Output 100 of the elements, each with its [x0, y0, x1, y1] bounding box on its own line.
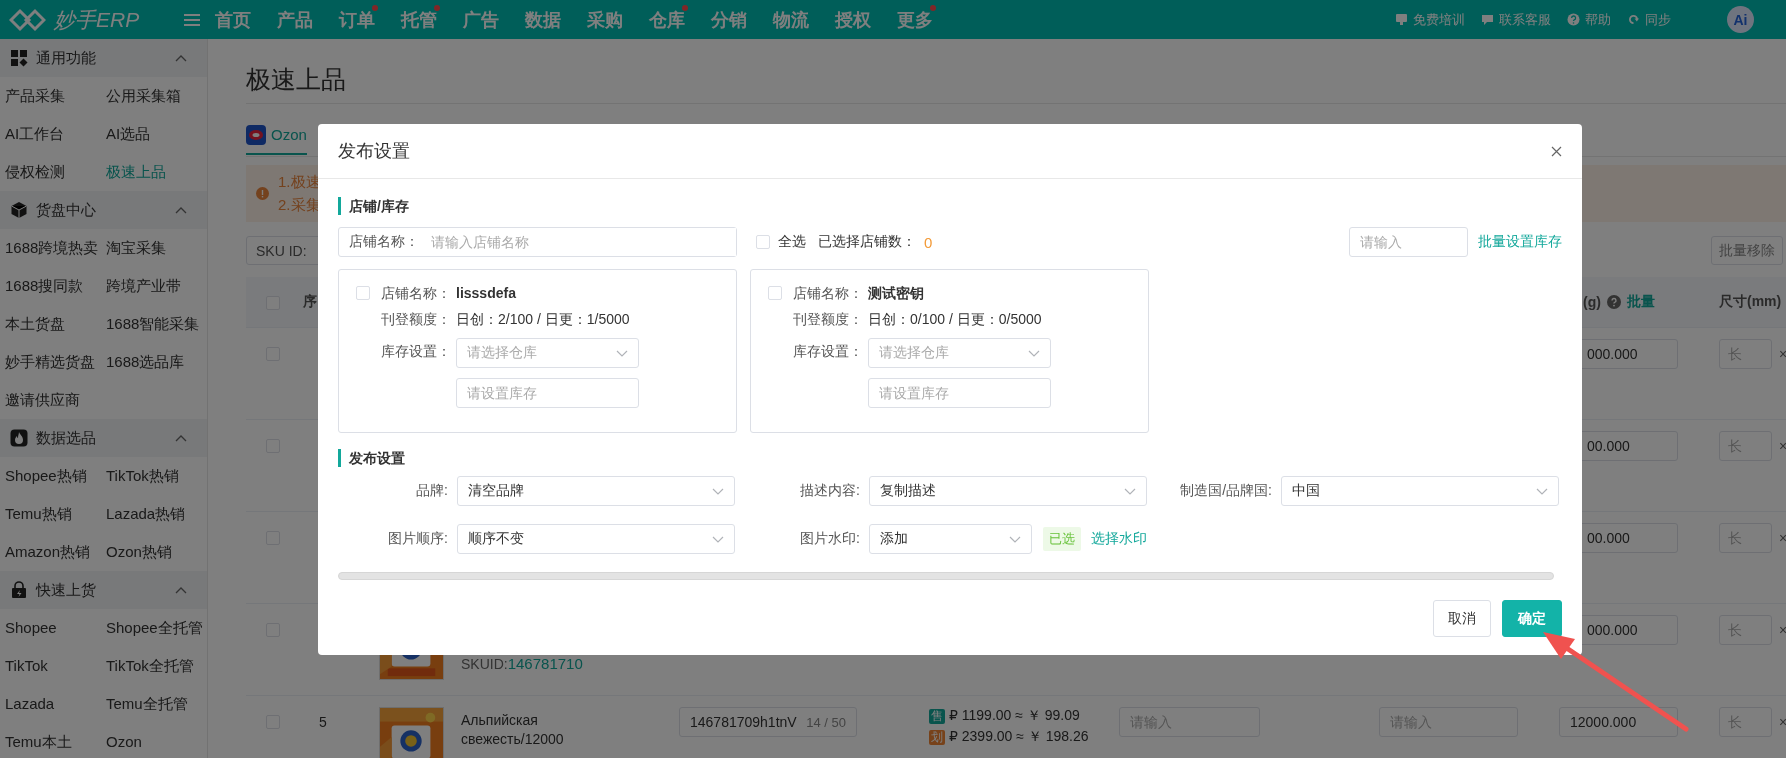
cancel-button[interactable]: 取消 — [1433, 600, 1491, 637]
select-field[interactable]: 添加 — [869, 524, 1032, 554]
sidebar-item[interactable]: 本土货盘 — [5, 305, 106, 343]
row-number: 5 — [318, 713, 328, 730]
field-label: 品牌: — [415, 482, 449, 500]
sidebar-item[interactable]: 极速上品 — [106, 153, 207, 191]
times-sign: × — [1779, 530, 1786, 546]
sidebar-item[interactable]: 1688选品库 — [106, 343, 207, 381]
section-title: 通用功能 — [36, 48, 97, 68]
sidebar-item[interactable]: TikTok热销 — [106, 457, 207, 495]
chevron-icon[interactable] — [175, 206, 187, 214]
input-field[interactable]: 请设置库存 — [456, 378, 639, 408]
sidebar-item[interactable]: 邀请供应商 — [5, 381, 106, 419]
sidebar-item[interactable]: AI工作台 — [5, 115, 106, 153]
chat-icon[interactable] — [1481, 13, 1494, 26]
count-value: 0 — [924, 233, 933, 251]
section-header[interactable]: 通用功能 — [0, 39, 207, 77]
caret-icon — [1009, 535, 1021, 543]
help-icon[interactable] — [1606, 295, 1621, 309]
sidebar-item[interactable]: Amazon热销 — [5, 533, 106, 571]
select-field[interactable]: 请选择仓库 — [456, 338, 639, 368]
confirm-button[interactable]: 确定 — [1502, 600, 1562, 637]
sidebar-item[interactable]: Ozon热销 — [106, 533, 207, 571]
sidebar-item[interactable]: TikTok全托管 — [106, 647, 207, 685]
sidebar-item[interactable]: 公用采集箱 — [106, 77, 207, 115]
select-field[interactable]: 中国 — [1281, 476, 1559, 506]
sidebar-item[interactable]: 1688搜同款 — [5, 267, 106, 305]
sidebar-item[interactable]: 产品采集 — [5, 77, 106, 115]
monitor-icon[interactable] — [1395, 13, 1408, 26]
select-field[interactable]: 清空品牌 — [457, 476, 735, 506]
logo-icon — [9, 6, 46, 33]
sync-icon[interactable] — [1627, 13, 1640, 26]
price-text: ₽ 2399.00 ≈ ￥ 198.26 — [949, 728, 1089, 746]
chevron-icon[interactable] — [175, 586, 187, 594]
sidebar-item[interactable]: Shopee全托管 — [106, 609, 207, 647]
store-name: lisssdefa — [456, 284, 517, 303]
sidebar-item[interactable]: 1688跨境热卖 — [5, 229, 106, 267]
section-title: 发布设置 — [338, 449, 1562, 467]
sidebar-item[interactable]: 1688智能采集 — [106, 305, 207, 343]
checkbox[interactable] — [756, 235, 770, 249]
help-icon[interactable] — [1567, 13, 1580, 26]
chevron-icon[interactable] — [175, 54, 187, 62]
column-header: 序 — [302, 293, 318, 311]
lock-icon — [10, 581, 28, 599]
input-field[interactable]: 12000.000 — [1559, 707, 1678, 737]
price-tag: 售 — [929, 708, 945, 724]
tab[interactable]: Ozon — [246, 116, 307, 155]
sidebar-item[interactable]: Temu本土 — [5, 723, 106, 758]
ozon-icon — [246, 124, 266, 145]
sidebar-item[interactable]: Ozon — [106, 723, 207, 758]
sidebar-item[interactable]: 侵权检测 — [5, 153, 106, 191]
sku-code-field[interactable]: 146781709h1tnV 14 / 50 — [679, 707, 857, 737]
store-search-field[interactable]: 店铺名称： 请输入店铺名称 — [338, 227, 737, 257]
select-field[interactable]: 请选择仓库 — [868, 338, 1051, 368]
sidebar-item[interactable]: Shopee — [5, 609, 106, 647]
sidebar-item[interactable]: Lazada — [5, 685, 106, 723]
caret-icon — [1536, 487, 1548, 495]
field-label: 库存设置： — [381, 342, 451, 361]
field-label: 描述内容: — [799, 482, 861, 500]
chevron-icon[interactable] — [175, 434, 187, 442]
sidebar-item[interactable]: AI选品 — [106, 115, 207, 153]
section-title: 快速上货 — [36, 580, 97, 600]
logo-text: 妙手ERP — [54, 6, 141, 33]
sidebar-item[interactable]: Lazada热销 — [106, 495, 207, 533]
times-sign: × — [1779, 714, 1786, 730]
checkbox[interactable] — [768, 286, 782, 300]
field-label: 店铺名称： — [349, 233, 419, 251]
field-label: 刊登额度： — [381, 310, 451, 329]
sidebar-item[interactable]: Shopee热销 — [5, 457, 106, 495]
section-header[interactable]: 数据选品 — [0, 419, 207, 457]
field-label: 刊登额度： — [793, 310, 863, 329]
select-field[interactable]: 复制描述 — [869, 476, 1147, 506]
sidebar-item[interactable]: 妙手精选货盘 — [5, 343, 106, 381]
input-field[interactable]: 146781709h1tnV — [690, 708, 807, 736]
times-sign: × — [1779, 622, 1786, 638]
watermark-link[interactable]: 选择水印 — [1091, 530, 1147, 548]
avatar[interactable]: Ai — [1727, 6, 1754, 33]
sidebar-item[interactable]: Temu热销 — [5, 495, 106, 533]
caret-icon — [712, 535, 724, 543]
section-title: 货盘中心 — [36, 200, 97, 220]
select-field[interactable]: 顺序不变 — [457, 524, 735, 554]
checkbox[interactable] — [356, 286, 370, 300]
sidebar-item[interactable]: 淘宝采集 — [106, 229, 207, 267]
sidebar-item[interactable]: TikTok — [5, 647, 106, 685]
sidebar-item[interactable]: 跨境产业带 — [106, 267, 207, 305]
section-header[interactable]: 快速上货 — [0, 571, 207, 609]
scrollbar[interactable] — [338, 572, 1554, 580]
input-field[interactable]: 请设置库存 — [868, 378, 1051, 408]
menu-icon[interactable] — [184, 12, 200, 27]
input-field[interactable]: 请输入 — [1349, 227, 1468, 257]
batch-remove-button[interactable]: 批量移除 — [1711, 236, 1783, 265]
section-header[interactable]: 货盘中心 — [0, 191, 207, 229]
close-icon[interactable] — [1551, 145, 1562, 157]
count-label: 已选择店铺数： — [818, 233, 916, 251]
warning-icon — [256, 187, 269, 200]
caret-icon — [1028, 349, 1040, 357]
sidebar-item[interactable]: Temu全托管 — [106, 685, 207, 723]
bulk-stock-link[interactable]: 批量设置库存 — [1478, 233, 1562, 251]
column-header: (g) — [1583, 294, 1601, 310]
search-field[interactable]: 请输入店铺名称 — [431, 228, 736, 256]
